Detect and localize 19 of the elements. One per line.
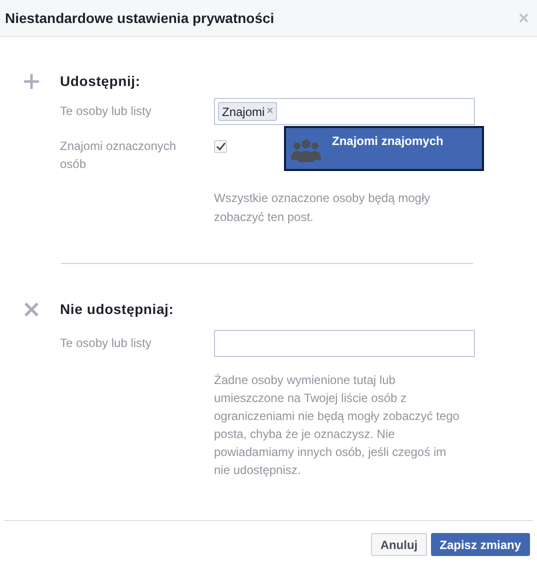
share-note: Wszystkie oznaczone osoby będą mogły zobaczyć ten post.	[214, 190, 432, 226]
cancel-button[interactable]: Anuluj	[371, 533, 427, 556]
cross-icon	[24, 302, 39, 317]
suggestion-label: Znajomi znajomych	[332, 134, 444, 148]
field-label: Te osoby lub listy	[60, 335, 152, 352]
dialog-title: Niestandardowe ustawienia prywatności	[5, 8, 274, 28]
section-heading: Udostępnij:	[60, 72, 142, 90]
token-label: Znajomi	[222, 104, 265, 120]
save-button[interactable]: Zapisz zmiany	[430, 533, 530, 556]
suggestion-menu[interactable]: Znajomi znajomych	[284, 126, 484, 171]
group-icon	[290, 138, 322, 162]
checkbox[interactable]	[214, 140, 227, 153]
field-label: Znajomi oznaczonych osób	[60, 138, 178, 173]
plus-icon	[24, 74, 39, 89]
people-field[interactable]	[214, 330, 475, 357]
dont-share-note: Żadne osoby wymienione tutaj lub umieszczone na Twojej liście osób z ograniczeniami nie będą mogły zobaczyć tego posta, chyba że je oznaczysz. Nie powiadamiamy innych osób, jeśli czegoś im nie udostępnisz.	[214, 372, 460, 479]
people-field[interactable]: Znajomi ×	[214, 98, 475, 125]
section-heading: Nie udostępniaj:	[60, 300, 175, 318]
field-label: Te osoby lub listy	[60, 103, 152, 120]
